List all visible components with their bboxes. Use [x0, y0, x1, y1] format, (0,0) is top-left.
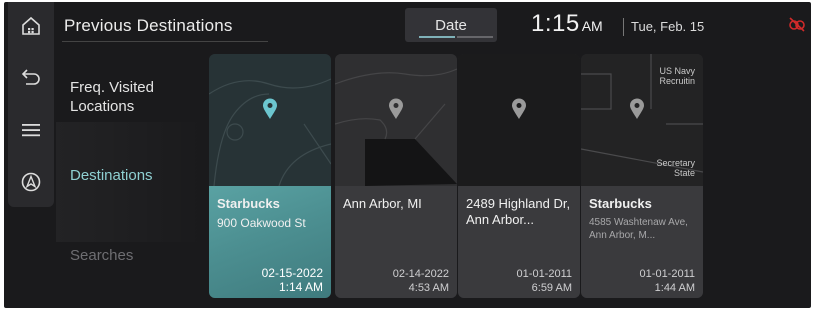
map-poi-label: Secretary State	[656, 158, 695, 178]
pin-icon	[511, 98, 527, 125]
navigation-icon	[20, 171, 42, 193]
pin-icon	[629, 98, 645, 125]
connectivity-off-icon	[788, 16, 806, 37]
destination-card[interactable]: Ann Arbor, MI 02-14-2022 4:53 AM	[335, 54, 457, 298]
menu-item-searches[interactable]: Searches	[70, 246, 133, 265]
title-divider	[62, 41, 268, 42]
card-info: 2489 Highland Dr, Ann Arbor... 01-01-201…	[458, 186, 580, 298]
sort-indicator-inactive	[457, 36, 493, 38]
sort-indicator-active	[419, 36, 455, 38]
card-address: 900 Oakwood St	[217, 216, 306, 230]
card-date: 02-15-2022	[261, 266, 323, 280]
pin-icon	[262, 98, 278, 125]
map-poi-label: US Navy Recruitin	[659, 66, 695, 86]
back-button[interactable]	[8, 56, 54, 96]
destination-card[interactable]: Starbucks 900 Oakwood St 02-15-2022 1:14…	[209, 54, 331, 298]
card-time: 1:14 AM	[278, 280, 323, 294]
destination-card[interactable]: US Navy Recruitin Secretary State Starbu…	[581, 54, 703, 298]
menu-button[interactable]	[8, 110, 54, 150]
card-date: 01-01-2011	[639, 268, 695, 280]
card-date: 01-01-2011	[516, 268, 572, 280]
clock-ampm: AM	[581, 18, 603, 34]
home-button[interactable]	[8, 6, 54, 46]
card-time: 6:59 AM	[531, 282, 572, 294]
card-info: Ann Arbor, MI 02-14-2022 4:53 AM	[335, 186, 457, 298]
clock-time: 1:15	[531, 10, 580, 37]
card-title: Starbucks	[589, 196, 652, 211]
clock: 1:15 AM	[531, 10, 603, 38]
home-icon	[20, 15, 42, 37]
clock-divider	[623, 18, 624, 36]
menu-icon	[21, 122, 41, 138]
navigation-screen: Previous Destinations Date 1:15 AM Tue, F…	[4, 2, 811, 308]
date-text: Tue, Feb. 15	[631, 19, 705, 34]
pin-icon	[388, 98, 404, 125]
navigation-button[interactable]	[8, 162, 54, 202]
card-title: Starbucks	[217, 196, 280, 211]
card-address: 4585 Washtenaw Ave, Ann Arbor, M...	[589, 217, 688, 241]
back-icon	[20, 66, 42, 86]
card-map-thumbnail	[458, 54, 580, 186]
left-rail	[8, 2, 54, 207]
destination-card[interactable]: 2489 Highland Dr, Ann Arbor... 01-01-201…	[458, 54, 580, 298]
card-title: 2489 Highland Dr, Ann Arbor...	[466, 196, 571, 227]
card-title: Ann Arbor, MI	[343, 196, 422, 211]
card-time: 1:44 AM	[654, 282, 695, 294]
card-info: Starbucks 4585 Washtenaw Ave, Ann Arbor,…	[581, 186, 703, 298]
menu-item-freq-visited[interactable]: Freq. Visited Locations	[70, 78, 190, 116]
card-map-thumbnail	[209, 54, 331, 187]
menu-item-destinations[interactable]: Destinations	[70, 166, 153, 185]
card-map-thumbnail	[335, 54, 457, 186]
card-info: Starbucks 900 Oakwood St 02-15-2022 1:14…	[209, 186, 331, 298]
page-title: Previous Destinations	[64, 16, 233, 35]
sort-label: Date	[435, 16, 467, 34]
card-date: 02-14-2022	[392, 268, 449, 280]
sort-by-date-button[interactable]: Date	[405, 8, 497, 42]
card-map-thumbnail: US Navy Recruitin Secretary State	[581, 54, 703, 186]
card-time: 4:53 AM	[408, 282, 449, 294]
